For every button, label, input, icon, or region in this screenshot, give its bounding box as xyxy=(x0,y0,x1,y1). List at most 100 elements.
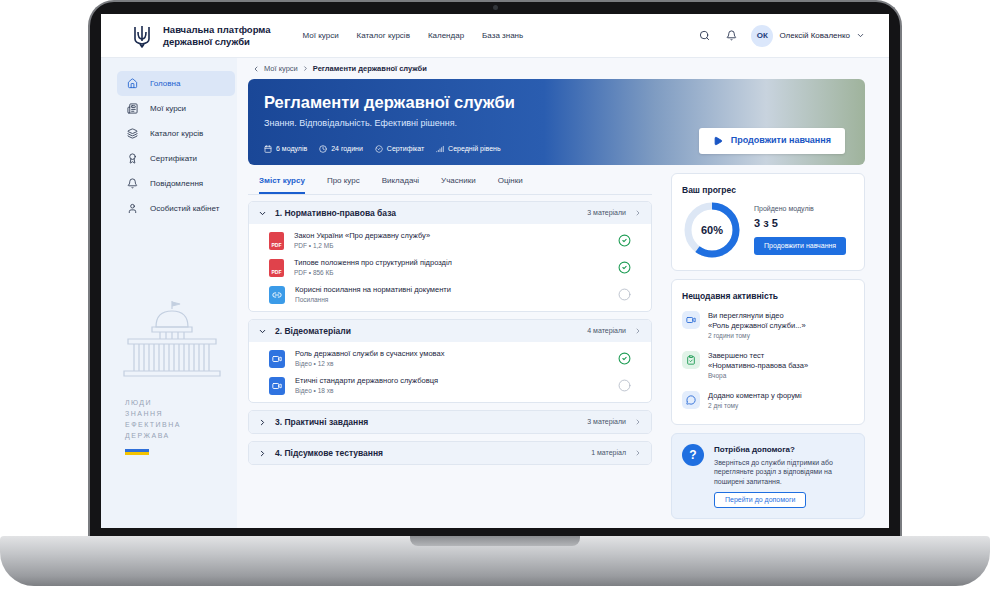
pdf-file-icon: PDF xyxy=(269,232,284,250)
sidebar-item[interactable]: Повідомлення xyxy=(117,171,235,196)
laptop-mockup: Навчальна платформадержавної служби Мої к… xyxy=(0,0,990,602)
course-module: 3. Практичні завдання 3 матеріали xyxy=(248,410,652,434)
help-button[interactable]: Перейти до допомоги xyxy=(714,492,806,508)
chevron-right-icon[interactable] xyxy=(634,418,642,426)
incomplete-circle-icon xyxy=(618,379,631,392)
expand-chevron-icon[interactable] xyxy=(258,449,267,458)
activity-text: Завершено тест xyxy=(708,351,808,361)
sidebar-item[interactable]: Каталог курсів xyxy=(117,121,235,146)
bell-icon[interactable] xyxy=(726,30,737,41)
activity-card: Нещодавня активність Ви переглянули відео… xyxy=(671,279,865,425)
chevron-right-icon[interactable] xyxy=(634,209,642,217)
course-banner: Регламенти державної службиЗнання. Відпо… xyxy=(248,79,865,165)
separator-chevron-icon xyxy=(302,65,309,72)
material-row[interactable]: Роль державної служби в сучасних умовахВ… xyxy=(249,345,651,372)
base-notch xyxy=(410,536,580,546)
banner-meta-item: Середній рівень xyxy=(436,144,500,155)
activity-item[interactable]: Ви переглянули відео«Роль державної служ… xyxy=(682,308,854,344)
tab[interactable]: Учасники xyxy=(441,175,476,194)
banner-meta-item: Сертифікат xyxy=(375,144,424,155)
material-row[interactable]: PDFЗакон України «Про державну службу»PD… xyxy=(249,227,651,254)
breadcrumb-link[interactable]: Мої курси xyxy=(264,63,298,74)
course-module: 2. Відеоматеріали4 матеріали Роль державн… xyxy=(248,319,652,403)
progress-label: Пройдено модулів xyxy=(754,204,846,215)
main-content: Мої курсиРегламенти державної службиРегл… xyxy=(237,58,889,528)
laptop-bezel: Навчальна платформадержавної служби Мої к… xyxy=(88,0,902,536)
module-header[interactable]: 2. Відеоматеріали4 матеріали xyxy=(249,320,651,342)
tab[interactable]: Про курс xyxy=(327,175,360,194)
test-icon xyxy=(682,351,700,369)
user-avatar[interactable]: ОК xyxy=(751,25,773,47)
activity-item[interactable]: Додано коментар у форумі2 дні тому xyxy=(682,388,854,414)
chevron-right-icon[interactable] xyxy=(634,449,642,457)
progress-donut: 60% xyxy=(682,200,742,260)
nav-link[interactable]: Каталог курсів xyxy=(357,30,410,42)
laptop-base xyxy=(0,536,990,586)
nav-link[interactable]: База знань xyxy=(482,30,523,42)
screen: Навчальна платформадержавної служби Мої к… xyxy=(101,14,889,528)
expand-chevron-icon[interactable] xyxy=(258,327,267,336)
sidebar-item-icon xyxy=(127,203,138,214)
incomplete-circle-icon xyxy=(618,288,631,301)
video-icon xyxy=(269,350,285,368)
chevron-right-icon[interactable] xyxy=(634,327,642,335)
material-title: Етичні стандарти державного службовця xyxy=(295,376,608,386)
material-row[interactable]: Корисні посилання на нормативні документ… xyxy=(249,281,651,308)
tab[interactable]: Зміст курсу xyxy=(259,175,305,194)
breadcrumb: Мої курси Регламенти державної служби xyxy=(248,58,865,79)
material-meta: Посилання xyxy=(295,295,608,304)
camera-icon xyxy=(493,5,498,10)
main-nav: Мої курси Каталог курсів Календар База знан… xyxy=(303,30,524,42)
banner-title: Регламенти державної служби xyxy=(264,92,515,112)
sidebar-item[interactable]: Особистий кабінет xyxy=(117,196,235,221)
sidebar-item[interactable]: Мої курси xyxy=(117,96,235,121)
nav-link[interactable]: Мої курси xyxy=(303,30,339,42)
help-icon: ? xyxy=(682,444,704,466)
continue-button[interactable]: Продовжити навчання xyxy=(754,237,846,255)
expand-chevron-icon[interactable] xyxy=(258,209,267,218)
module-title: 1. Нормативно-правова база xyxy=(275,207,396,220)
activity-text: «Нормативно-правова база» xyxy=(708,361,808,371)
chevron-down-icon[interactable] xyxy=(856,31,865,40)
play-icon xyxy=(713,136,723,146)
search-icon[interactable] xyxy=(699,30,710,41)
card-title: Нещодавня активність xyxy=(682,290,854,303)
meta-icon xyxy=(319,145,327,153)
course-module: 4. Підсумкове тестування1 матеріал xyxy=(248,441,652,465)
material-title: Типове положення про структурний підрозд… xyxy=(294,258,608,268)
back-chevron-icon[interactable] xyxy=(252,65,260,73)
continue-button[interactable]: Продовжити навчання xyxy=(699,128,845,154)
meta-icon xyxy=(436,145,444,153)
activity-text: Ви переглянули відео xyxy=(708,311,806,321)
material-title: Закон України «Про державну службу» xyxy=(294,231,608,241)
card-title: Ваш прогрес xyxy=(682,184,854,197)
material-title: Корисні посилання на нормативні документ… xyxy=(295,285,608,295)
sidebar-item-icon xyxy=(127,178,138,189)
video-icon xyxy=(682,311,700,329)
material-row[interactable]: PDFТипове положення про структурний підр… xyxy=(249,254,651,281)
sidebar-item[interactable]: Сертифікати xyxy=(117,146,235,171)
platform-title[interactable]: Навчальна платформадержавної служби xyxy=(163,24,271,48)
completed-check-icon xyxy=(618,234,631,247)
breadcrumb-current: Регламенти державної служби xyxy=(313,63,427,74)
help-title: Потрібна допомога? xyxy=(714,444,854,456)
module-header[interactable]: 3. Практичні завдання 3 матеріали xyxy=(249,411,651,433)
module-title: 4. Підсумкове тестування xyxy=(275,447,383,460)
help-text: Зверніться до служби підтримки або перег… xyxy=(714,458,854,487)
material-row[interactable]: Етичні стандарти державного службовцяВід… xyxy=(249,372,651,399)
help-card: ? Потрібна допомога? Зверніться до служби … xyxy=(671,433,865,520)
meta-icon xyxy=(264,145,272,153)
expand-chevron-icon[interactable] xyxy=(258,418,267,427)
module-header[interactable]: 1. Нормативно-правова база3 матеріали xyxy=(249,202,651,224)
sidebar-item[interactable]: Головна xyxy=(117,71,235,96)
activity-time: 2 дні тому xyxy=(708,401,802,411)
tab[interactable]: Викладачі xyxy=(382,175,419,194)
module-title: 3. Практичні завдання xyxy=(275,416,368,429)
module-header[interactable]: 4. Підсумкове тестування1 матеріал xyxy=(249,442,651,464)
progress-value: 3 з 5 xyxy=(754,215,846,232)
nav-link[interactable]: Календар xyxy=(428,30,464,42)
tab[interactable]: Оцінки xyxy=(498,175,523,194)
user-name[interactable]: Олексій Коваленко xyxy=(779,30,850,42)
activity-item[interactable]: Завершено тест«Нормативно-правова база»В… xyxy=(682,348,854,384)
module-count: 3 матеріали xyxy=(587,417,626,428)
